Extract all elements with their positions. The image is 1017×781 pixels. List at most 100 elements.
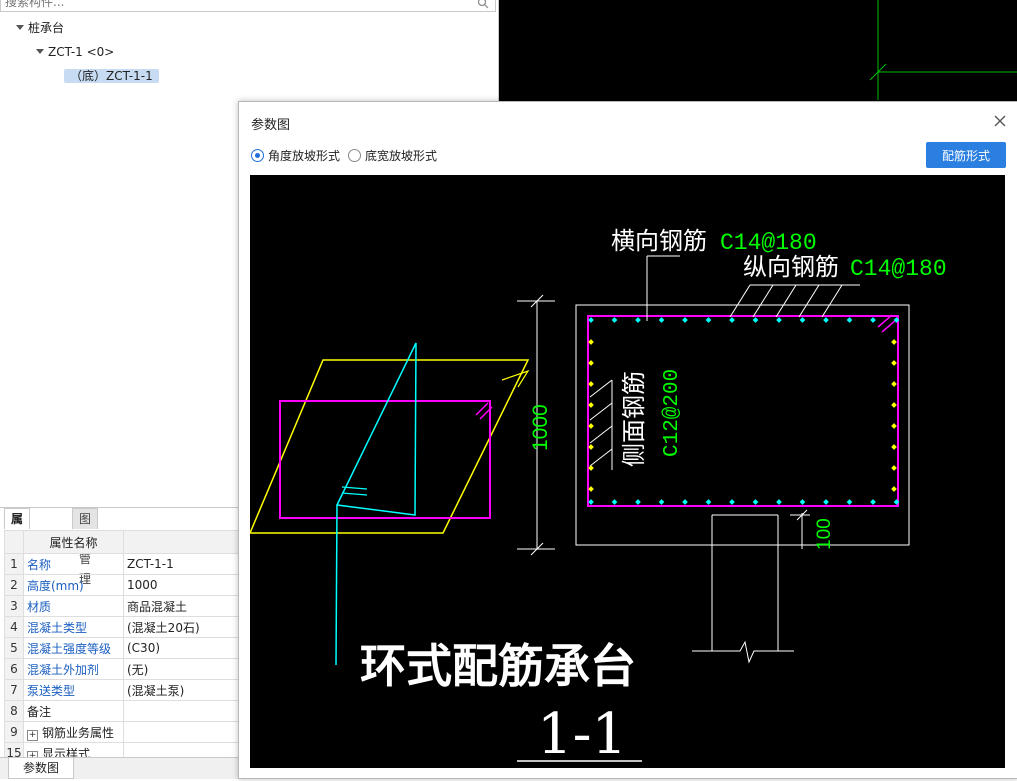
iso-slab-hook: [501, 369, 530, 388]
table-row[interactable]: 2 高度(mm) 1000: [4, 574, 240, 596]
tree-node-child[interactable]: ZCT-1 <0>: [36, 42, 114, 62]
table-row[interactable]: 5 混凝土强度等级 (C30): [4, 637, 240, 659]
row-index: 4: [4, 616, 24, 638]
parameter-diagram-dialog: 参数图 角度放坡形式 底宽放坡形式 配筋形式 横向钢筋 C14@180 纵向钢筋…: [238, 101, 1017, 779]
row-index: 2: [4, 574, 24, 596]
radio-unselected-icon[interactable]: [348, 149, 361, 162]
tree-node-root-label: 桩承台: [28, 21, 65, 35]
tree-node-leaf-label: （底）ZCT-1-1: [64, 69, 159, 83]
rebar-dot: [870, 317, 876, 323]
label-side-value: C12@200: [661, 369, 684, 457]
drawing-canvas: 横向钢筋 C14@180 纵向钢筋 C14@180 侧面钢筋 C12@200 1…: [250, 227, 947, 767]
label-longitudinal-value: C14@180: [850, 256, 947, 282]
row-name: 泵送类型: [23, 679, 124, 701]
radio-angle-slope[interactable]: 角度放坡形式: [251, 148, 340, 164]
leader-side: [589, 379, 613, 470]
rebar-dot: [588, 317, 594, 323]
row-name: 备注: [23, 700, 124, 722]
tree-node-leaf[interactable]: （底）ZCT-1-1: [64, 66, 159, 86]
label-dim-height: 1000: [529, 404, 552, 451]
rebar-dot: [705, 317, 712, 323]
row-index: 3: [4, 595, 24, 617]
rebar-dot: [776, 499, 782, 505]
rebar-dot: [635, 499, 641, 505]
row-value[interactable]: (无): [123, 658, 240, 680]
table-row[interactable]: 4 混凝土类型 (混凝土20石): [4, 616, 240, 638]
table-header-name: 属性名称: [23, 530, 124, 554]
row-name: 名称: [23, 553, 124, 575]
iso-pile-diagonal: [336, 342, 417, 506]
rebar-dot: [891, 465, 897, 471]
row-name-group[interactable]: + 钢筋业务属性: [23, 721, 124, 743]
rebar-dot: [682, 499, 688, 505]
table-row[interactable]: 8 备注: [4, 700, 240, 722]
right-rebar-dots: [891, 339, 897, 492]
table-row[interactable]: 3 材质 商品混凝土: [4, 595, 240, 617]
tree-node-root[interactable]: 桩承台: [16, 18, 64, 38]
label-longitudinal: 纵向钢筋: [743, 253, 839, 281]
search-input[interactable]: [5, 0, 465, 9]
radio-angle-slope-label: 角度放坡形式: [268, 149, 341, 163]
rebar-dot: [846, 317, 853, 323]
rebar-form-button[interactable]: 配筋形式: [926, 142, 1006, 168]
table-row[interactable]: 9 + 钢筋业务属性: [4, 721, 240, 743]
rebar-dot: [870, 499, 876, 505]
rebar-dot: [658, 499, 665, 505]
section-break-line: [692, 640, 794, 664]
radio-selected-icon[interactable]: [251, 149, 264, 162]
rebar-dot: [891, 444, 897, 450]
dimension-bottom: [790, 509, 810, 549]
rebar-dot: [588, 465, 594, 471]
parameter-drawing: 横向钢筋 C14@180 纵向钢筋 C14@180 侧面钢筋 C12@200 1…: [250, 175, 1005, 768]
rebar-dot: [588, 499, 594, 505]
tab-parameter-diagram[interactable]: 参数图: [8, 758, 75, 779]
section-pile-left: [692, 545, 713, 652]
search-icon[interactable]: [477, 0, 489, 9]
radio-width-slope-label: 底宽放坡形式: [365, 149, 438, 163]
row-value: [123, 721, 240, 743]
expand-plus-icon[interactable]: +: [27, 729, 38, 741]
left-rebar-dots: [588, 339, 594, 492]
rebar-dot: [588, 339, 594, 345]
table-row[interactable]: 7 泵送类型 (混凝土泵): [4, 679, 240, 701]
row-value[interactable]: (混凝土泵): [123, 679, 240, 701]
label-transverse: 横向钢筋: [611, 227, 707, 255]
row-value[interactable]: [123, 700, 240, 722]
tree-node-child-label: ZCT-1 <0>: [48, 45, 115, 59]
row-name: 钢筋业务属性: [42, 725, 115, 740]
chevron-down-icon[interactable]: [16, 25, 24, 30]
drawing-caption: 环式配筋承台: [360, 639, 636, 693]
tab-layers[interactable]: 图层管理: [72, 508, 99, 586]
top-rebar-dots: [588, 317, 900, 323]
close-icon[interactable]: [993, 114, 1007, 128]
row-value[interactable]: (C30): [123, 637, 240, 659]
tab-properties[interactable]: 属性列表: [4, 508, 31, 586]
iso-slab-outline: [250, 359, 530, 534]
rebar-dot: [752, 317, 759, 323]
rebar-dot: [588, 381, 594, 387]
rebar-dot: [588, 423, 594, 429]
search-box: [0, 0, 496, 12]
rebar-dot: [635, 317, 641, 323]
row-value[interactable]: (混凝土20石): [123, 616, 240, 638]
rebar-dot: [891, 486, 897, 492]
radio-width-slope[interactable]: 底宽放坡形式: [348, 148, 437, 164]
rebar-dot: [588, 360, 594, 366]
table-row[interactable]: 6 混凝土外加剂 (无): [4, 658, 240, 680]
table-row[interactable]: 1 名称 ZCT-1-1: [4, 553, 240, 575]
iso-pile-stirrup: [335, 342, 417, 666]
row-value[interactable]: 1000: [123, 574, 240, 596]
properties-table: 属性名称 1 名称 ZCT-1-1 2 高度(mm) 1000 3 材质 商品混…: [4, 530, 240, 764]
rebar-dot: [588, 444, 594, 450]
bottom-rebar-dots: [588, 499, 900, 505]
rebar-dot: [846, 499, 853, 505]
row-name: 混凝土类型: [23, 616, 124, 638]
row-value[interactable]: 商品混凝土: [123, 595, 240, 617]
table-header-index: [4, 530, 24, 554]
label-dim-bottom: 100: [814, 518, 835, 550]
rebar-dot: [823, 317, 829, 323]
rebar-dot: [611, 317, 618, 323]
row-value[interactable]: ZCT-1-1: [123, 553, 240, 575]
rebar-dot: [588, 402, 594, 408]
chevron-down-icon[interactable]: [36, 49, 44, 54]
